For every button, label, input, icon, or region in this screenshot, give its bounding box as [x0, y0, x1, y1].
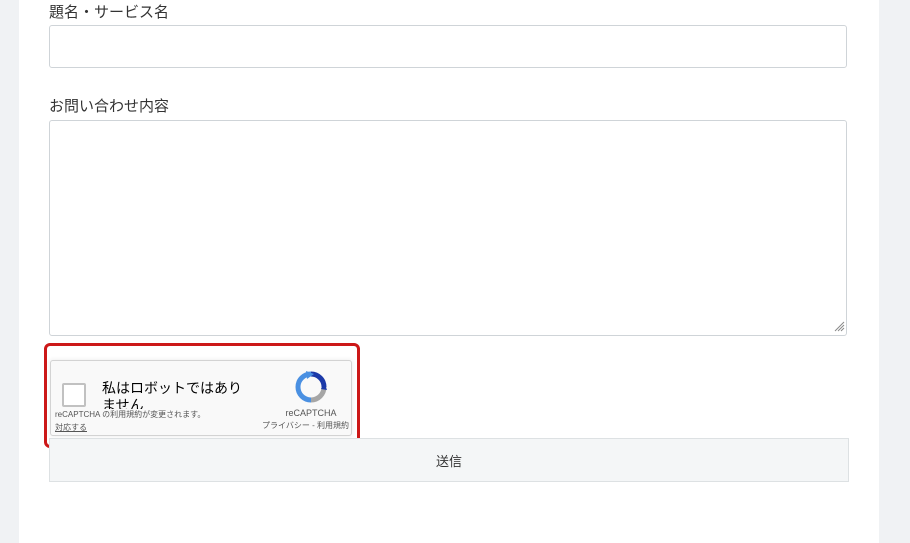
subject-label: 題名・サービス名: [49, 3, 170, 21]
captcha-respond-link[interactable]: 対応する: [55, 422, 87, 434]
captcha-checkbox[interactable]: [62, 383, 86, 407]
submit-button[interactable]: 送信: [49, 438, 849, 482]
message-textarea[interactable]: [49, 120, 847, 336]
captcha-terms-notice: reCAPTCHA の利用規約が変更されます。: [55, 409, 245, 421]
recaptcha-logo-icon: [295, 371, 327, 403]
resize-grip-icon[interactable]: [834, 321, 845, 332]
recaptcha-widget: 私はロボットではありません reCAPTCHA の利用規約が変更されます。 対応…: [50, 360, 352, 436]
recaptcha-privacy-terms-link[interactable]: プライバシー - 利用規約: [243, 420, 349, 431]
recaptcha-brand: reCAPTCHA: [285, 408, 337, 418]
message-label: お問い合わせ内容: [49, 97, 170, 115]
subject-input[interactable]: [49, 25, 847, 68]
